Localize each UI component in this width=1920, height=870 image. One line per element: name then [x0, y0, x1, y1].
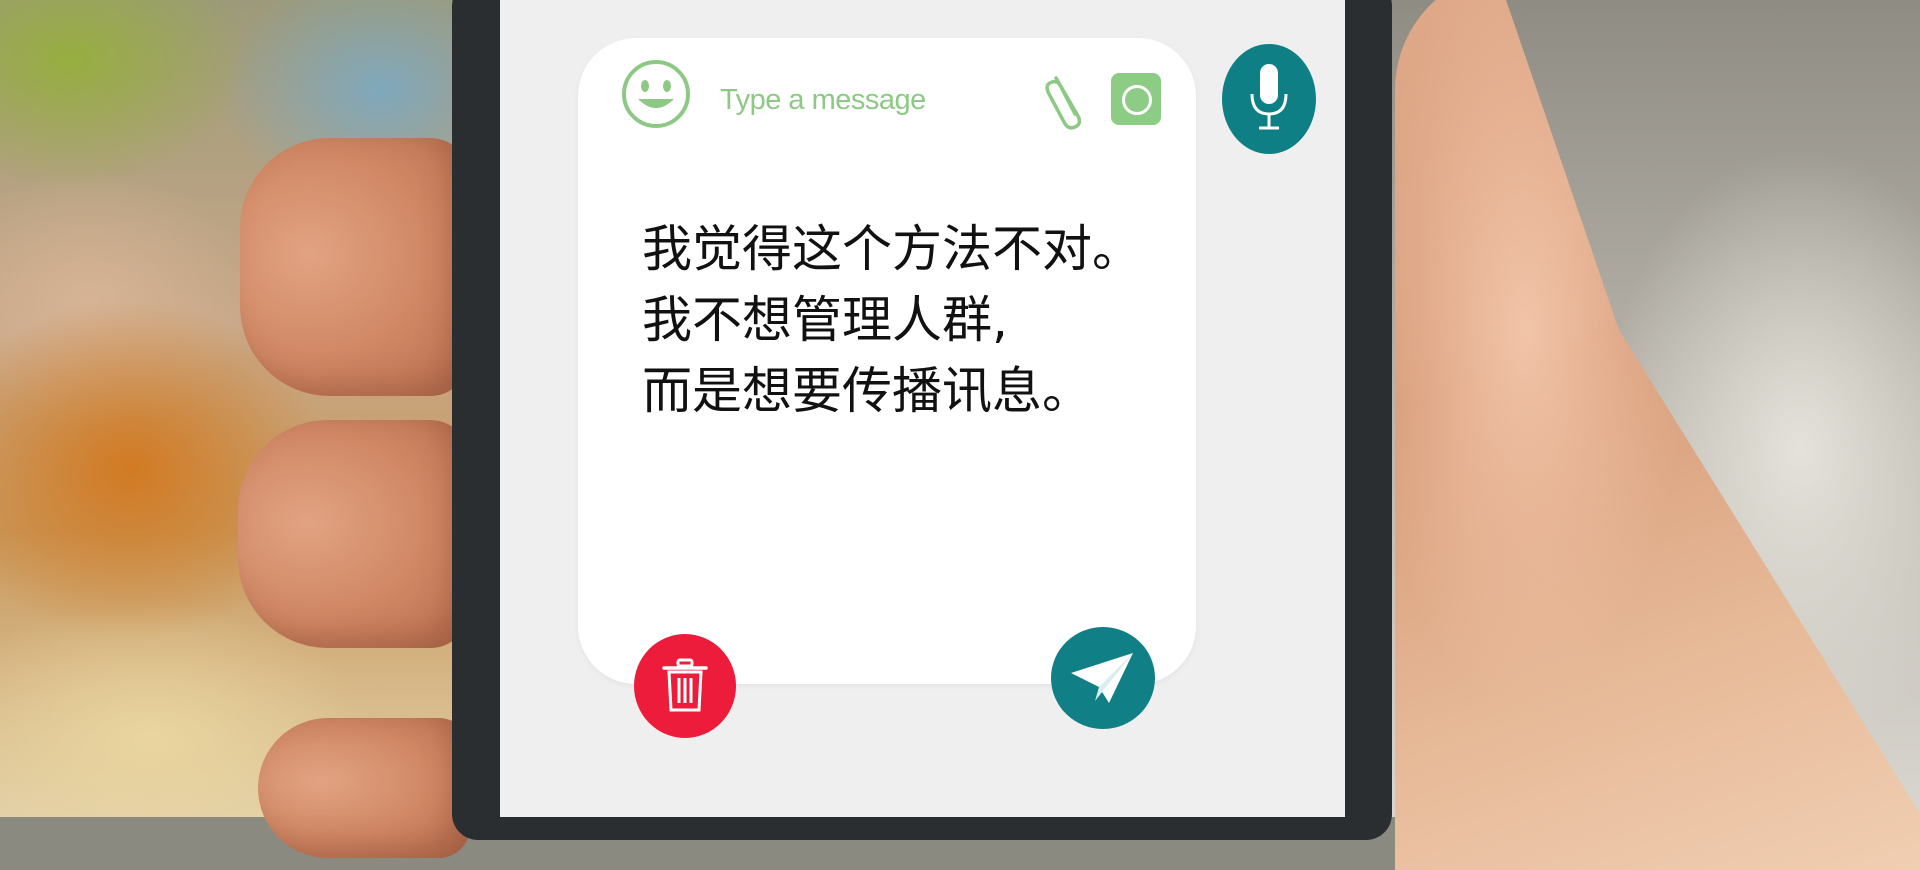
smiley-face-icon[interactable]: [621, 59, 691, 129]
microphone-icon: [1250, 64, 1288, 130]
message-line: 我觉得这个方法不对。: [642, 220, 1142, 278]
finger: [240, 138, 470, 396]
send-button[interactable]: [1051, 627, 1155, 729]
delete-button[interactable]: [634, 634, 736, 738]
message-line: 我不想管理人群,: [642, 291, 1008, 349]
message-line: 而是想要传播讯息。: [642, 362, 1092, 420]
message-text[interactable]: 我觉得这个方法不对。 我不想管理人群, 而是想要传播讯息。: [642, 214, 1182, 427]
finger: [238, 420, 470, 648]
camera-icon[interactable]: [1111, 73, 1161, 125]
trash-icon: [662, 658, 708, 712]
finger: [258, 718, 470, 858]
paperclip-icon[interactable]: [1044, 70, 1090, 130]
microphone-button[interactable]: [1222, 44, 1316, 154]
blurred-background-left: [0, 0, 520, 817]
message-placeholder[interactable]: Type a message: [720, 84, 926, 117]
paper-plane-icon: [1071, 653, 1133, 703]
